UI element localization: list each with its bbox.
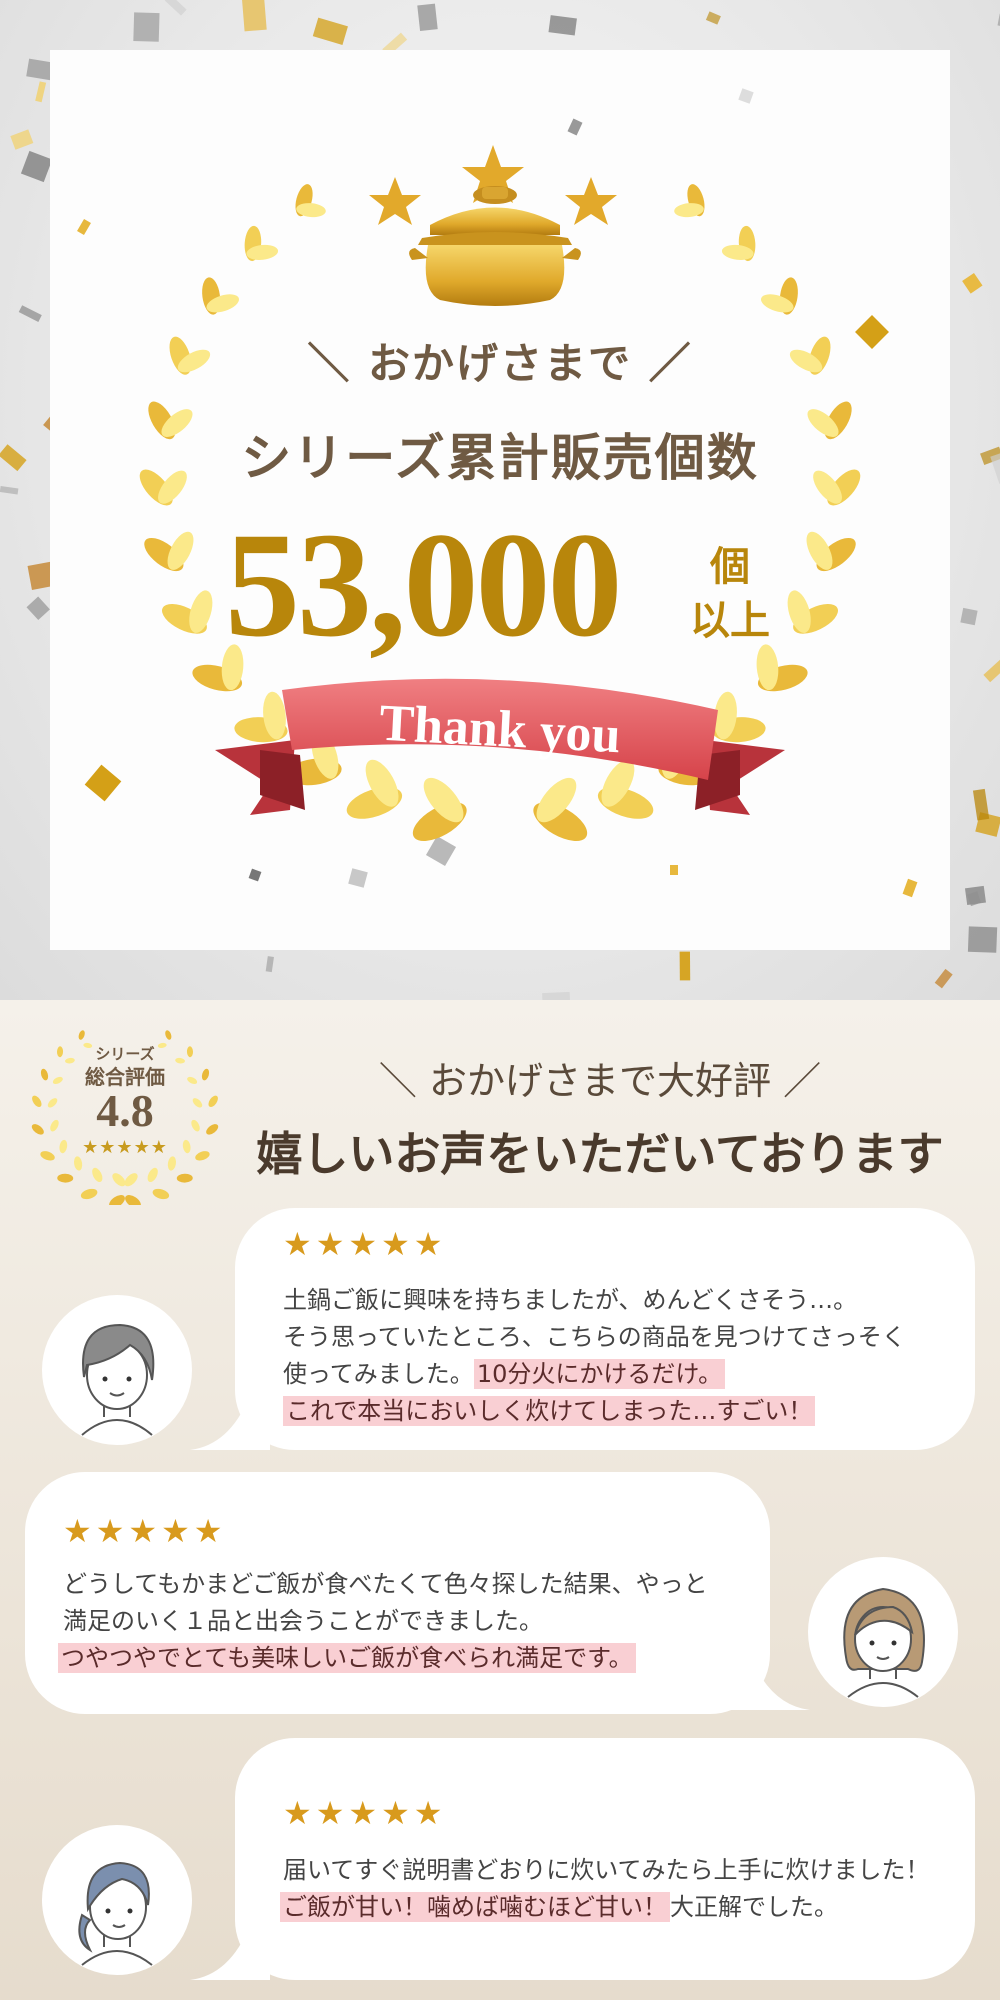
rating-score: 4.8: [96, 1085, 154, 1136]
review-text-plain: 使ってみました。: [283, 1360, 474, 1388]
hero-subtitle: ＼ おかげさまで ／: [307, 339, 693, 388]
review-text-line: 使ってみました。 10分火にかけるだけ。: [283, 1354, 726, 1389]
sales-unit: 個 以上: [690, 540, 770, 648]
review-stars: ★★★★★: [63, 1512, 227, 1550]
donabe-pot-icon: [409, 186, 581, 306]
sales-unit-line2: 以上: [690, 597, 770, 644]
review-text-line: 満足のいく１品と出会うことができました。: [63, 1607, 543, 1635]
woman-ponytail-blue-hair-avatar-icon: [78, 1861, 153, 1966]
reviews-subtitle: ＼ おかげさまで大好評 ／: [378, 1059, 822, 1103]
review-stars: ★★★★★: [283, 1225, 447, 1263]
hero-title: シリーズ累計販売個数: [241, 428, 759, 487]
review-text-line: これで本当においしく炊けてしまった…すごい！: [283, 1391, 816, 1426]
sales-unit-line1: 個: [710, 543, 750, 590]
review-text-line: 土鍋ご飯に興味を持ちましたが、めんどくさそう…。: [283, 1286, 858, 1314]
sales-count: 53,000: [225, 502, 622, 668]
avatar: [42, 1825, 192, 1975]
review-text-line: 届いてすぐ説明書どおりに炊いてみたら上手に炊けました！: [283, 1856, 930, 1884]
rating-stars: ★★★★★: [82, 1137, 168, 1158]
review-text-plain: 大正解でした。: [670, 1893, 838, 1921]
woman-short-dark-hair-avatar-icon: [81, 1323, 155, 1436]
review-text-line: どうしてもかまどご飯が食べたくて色々探した結果、やっと: [63, 1570, 708, 1598]
review-text-line: つやつやでとても美味しいご飯が食べられ満足です。: [58, 1638, 636, 1673]
avatar: [808, 1557, 958, 1707]
woman-brown-bob-hair-avatar-icon: [843, 1587, 925, 1698]
bubble-tail-icon: [730, 1655, 810, 1710]
review-text-line: ご飯が甘い！噛めば噛むほど甘い！ 大正解でした。: [280, 1887, 838, 1922]
review-text-highlight: 10分火にかけるだけ。: [473, 1359, 726, 1389]
review-stars: ★★★★★: [283, 1794, 447, 1832]
avatar: [42, 1295, 192, 1445]
review-text-highlight: ご飯が甘い！噛めば噛むほど甘い！: [280, 1892, 670, 1922]
reviews-title: 嬉しいお声をいただいております: [256, 1127, 944, 1181]
review-text-highlight: つやつやでとても美味しいご飯が食べられ満足です。: [58, 1643, 636, 1673]
bubble-tail-icon: [190, 1395, 270, 1450]
review-text-line: そう思っていたところ、こちらの商品を見つけてさっそく: [283, 1323, 906, 1351]
review-text-highlight: これで本当においしく炊けてしまった…すごい！: [283, 1396, 816, 1426]
bubble-tail-icon: [190, 1925, 270, 1980]
